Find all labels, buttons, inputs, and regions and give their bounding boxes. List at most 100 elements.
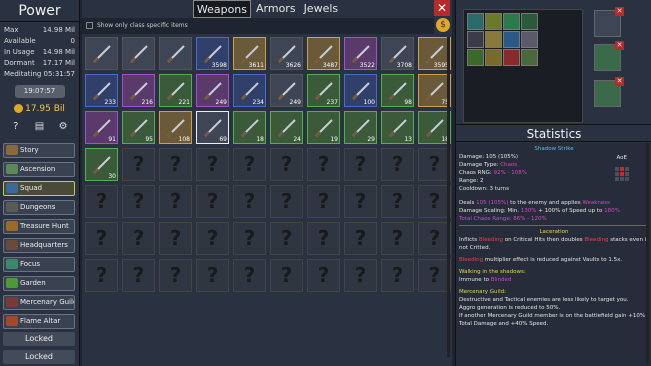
checkbox[interactable] xyxy=(86,22,93,29)
empty-slot[interactable] xyxy=(344,259,377,292)
locked-button[interactable]: Locked xyxy=(3,350,75,364)
inventory-item[interactable]: 249 xyxy=(270,74,303,107)
nav-focus[interactable]: Focus xyxy=(3,257,75,272)
inventory-item[interactable] xyxy=(85,37,118,70)
nav-flame-altar[interactable]: Flame Altar xyxy=(3,314,75,329)
inventory-item[interactable]: 108 xyxy=(159,111,192,144)
hero-portrait[interactable] xyxy=(485,13,502,30)
empty-slot[interactable] xyxy=(196,185,229,218)
inventory-item[interactable]: 13 xyxy=(381,111,414,144)
hero-portrait[interactable] xyxy=(503,13,520,30)
nav-dungeons[interactable]: Dungeons xyxy=(3,200,75,215)
empty-slot[interactable] xyxy=(344,185,377,218)
empty-slot[interactable] xyxy=(233,148,266,181)
empty-slot[interactable] xyxy=(159,185,192,218)
hero-portrait[interactable] xyxy=(503,31,520,48)
class-filter[interactable]: Show only class specific items xyxy=(82,18,434,34)
hero-portrait[interactable] xyxy=(485,31,502,48)
empty-slot[interactable] xyxy=(196,222,229,255)
hero-portrait[interactable] xyxy=(521,31,538,48)
inventory-item[interactable]: 234 xyxy=(233,74,266,107)
empty-slot[interactable] xyxy=(159,222,192,255)
inventory-item[interactable]: 98 xyxy=(381,74,414,107)
empty-slot[interactable] xyxy=(122,259,155,292)
empty-slot[interactable] xyxy=(85,259,118,292)
empty-slot[interactable] xyxy=(307,259,340,292)
empty-slot[interactable] xyxy=(270,148,303,181)
empty-slot[interactable] xyxy=(270,222,303,255)
nav-ascension[interactable]: Ascension xyxy=(3,162,75,177)
inventory-item[interactable]: 3522 xyxy=(344,37,377,70)
empty-slot[interactable] xyxy=(381,185,414,218)
stats-scrollbar[interactable] xyxy=(646,143,649,363)
empty-slot[interactable] xyxy=(233,222,266,255)
equipped-jewel-slot[interactable]: ✕ xyxy=(594,77,624,107)
inventory-item[interactable]: 18 xyxy=(233,111,266,144)
hero-portrait[interactable] xyxy=(467,31,484,48)
tab-jewels[interactable]: Jewels xyxy=(301,0,342,18)
hero-portrait[interactable] xyxy=(485,49,502,66)
inventory-item[interactable]: 3626 xyxy=(270,37,303,70)
gear-icon[interactable]: ⚙ xyxy=(56,120,70,134)
empty-slot[interactable] xyxy=(344,222,377,255)
inventory-scrollbar[interactable] xyxy=(447,37,450,357)
inventory-item[interactable] xyxy=(159,37,192,70)
inventory-item[interactable]: 237 xyxy=(307,74,340,107)
nav-garden[interactable]: Garden xyxy=(3,276,75,291)
empty-slot[interactable] xyxy=(122,148,155,181)
inventory-item[interactable]: 100 xyxy=(344,74,377,107)
inventory-item[interactable]: 29 xyxy=(344,111,377,144)
inventory-item[interactable]: 233 xyxy=(85,74,118,107)
empty-slot[interactable] xyxy=(85,222,118,255)
tab-weapons[interactable]: Weapons xyxy=(192,0,251,18)
empty-slot[interactable] xyxy=(270,185,303,218)
inventory-item[interactable] xyxy=(122,37,155,70)
inventory-item[interactable]: 221 xyxy=(159,74,192,107)
inventory-item[interactable]: 3487 xyxy=(307,37,340,70)
empty-slot[interactable] xyxy=(381,222,414,255)
empty-slot[interactable] xyxy=(381,259,414,292)
inventory-item[interactable]: 19 xyxy=(307,111,340,144)
equipped-weapon-slot[interactable]: ✕ xyxy=(594,7,624,37)
empty-slot[interactable] xyxy=(307,222,340,255)
inventory-item[interactable]: 3708 xyxy=(381,37,414,70)
empty-slot[interactable] xyxy=(122,222,155,255)
hero-portrait[interactable] xyxy=(521,13,538,30)
empty-slot[interactable] xyxy=(85,185,118,218)
unequip-icon[interactable]: ✕ xyxy=(615,77,624,86)
nav-story[interactable]: Story xyxy=(3,143,75,158)
nav-headquarters[interactable]: Headquarters xyxy=(3,238,75,253)
inventory-item[interactable]: 91 xyxy=(85,111,118,144)
empty-slot[interactable] xyxy=(344,148,377,181)
notes-icon[interactable]: ▤ xyxy=(32,120,46,134)
empty-slot[interactable] xyxy=(233,259,266,292)
unequip-icon[interactable]: ✕ xyxy=(615,7,624,16)
inventory-item[interactable]: 95 xyxy=(122,111,155,144)
inventory-item[interactable]: 3598 xyxy=(196,37,229,70)
empty-slot[interactable] xyxy=(233,185,266,218)
inventory-item[interactable]: 216 xyxy=(122,74,155,107)
empty-slot[interactable] xyxy=(122,185,155,218)
inventory-item[interactable]: 30 xyxy=(85,148,118,181)
empty-slot[interactable] xyxy=(307,148,340,181)
hero-portrait[interactable] xyxy=(503,49,520,66)
inventory-item[interactable]: 249 xyxy=(196,74,229,107)
nav-treasure-hunt[interactable]: Treasure Hunt xyxy=(3,219,75,234)
inventory-item[interactable]: 3611 xyxy=(233,37,266,70)
empty-slot[interactable] xyxy=(270,259,303,292)
unequip-icon[interactable]: ✕ xyxy=(615,41,624,50)
empty-slot[interactable] xyxy=(307,185,340,218)
tab-armors[interactable]: Armors xyxy=(253,0,299,18)
sell-gold-button[interactable]: $ xyxy=(436,18,450,32)
empty-slot[interactable] xyxy=(381,148,414,181)
hero-portrait[interactable] xyxy=(467,13,484,30)
equipped-armor-slot[interactable]: ✕ xyxy=(594,41,624,71)
inventory-item[interactable]: 69 xyxy=(196,111,229,144)
nav-squad[interactable]: Squad xyxy=(3,181,75,196)
hero-portrait[interactable] xyxy=(521,49,538,66)
empty-slot[interactable] xyxy=(159,259,192,292)
close-button[interactable]: ✕ xyxy=(434,0,450,16)
empty-slot[interactable] xyxy=(196,259,229,292)
hero-portrait[interactable] xyxy=(467,49,484,66)
locked-button[interactable]: Locked xyxy=(3,332,75,346)
